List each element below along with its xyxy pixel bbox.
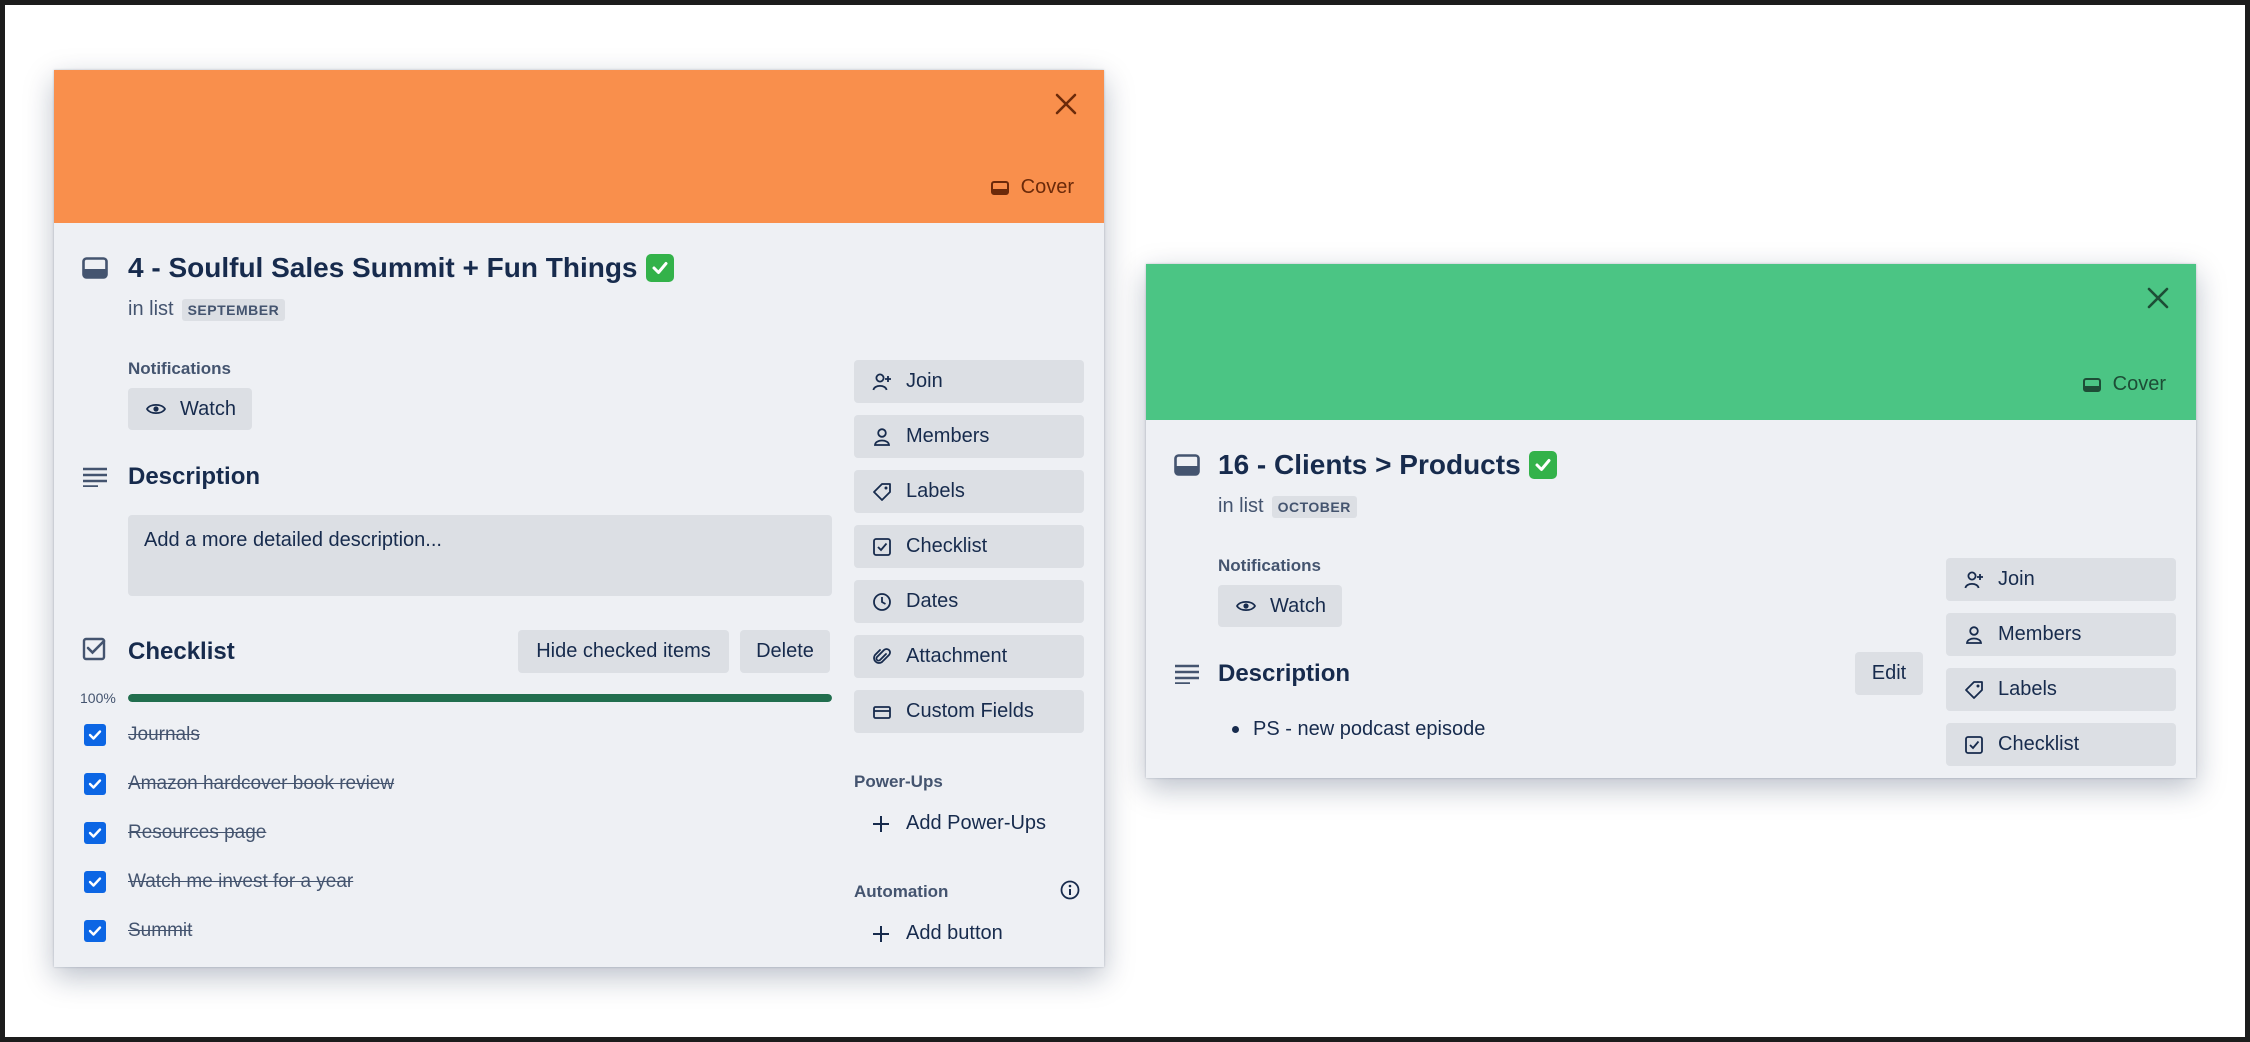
cover-label: Cover <box>1020 176 1074 198</box>
check-mark-emoji-icon <box>1528 451 1557 479</box>
label-tag-icon <box>1964 680 1984 700</box>
checkmark-icon <box>88 877 102 887</box>
card-sidebar-actions: Join Members Labels Checklist <box>1946 558 2176 778</box>
checklist-title: Checklist <box>128 638 235 665</box>
sidebar-members-button[interactable]: Members <box>1946 613 2176 656</box>
in-list-line: in list OCTOBER <box>1218 495 1357 518</box>
close-button[interactable] <box>2140 280 2176 316</box>
notifications-label: Notifications <box>1218 556 1321 575</box>
checkmark-icon <box>88 779 102 789</box>
info-icon[interactable] <box>1060 880 1080 900</box>
checklist-items: Journals Amazon hardcover book review Reso… <box>84 721 824 966</box>
card-cover: Cover <box>1146 264 2196 420</box>
card-sidebar-actions: Join Members Labels Checklist Dates Attachmen… <box>854 360 1084 745</box>
checklist-item-text: Journals <box>128 724 200 745</box>
checkbox-checked[interactable] <box>84 724 106 746</box>
card-cover: Cover <box>54 70 1104 223</box>
member-icon <box>1964 625 1984 645</box>
checklist-item-text: Resources page <box>128 822 267 843</box>
sidebar-checklist-button[interactable]: Checklist <box>1946 723 2176 766</box>
in-list-line: in list SEPTEMBER <box>128 298 286 321</box>
card-title[interactable]: 16 - Clients > Products <box>1218 449 1557 481</box>
hide-checked-items-button[interactable]: Hide checked items <box>518 630 729 673</box>
checklist-item[interactable]: Resources page <box>84 819 824 847</box>
checklist-item-text: Watch me invest for a year <box>128 871 354 892</box>
sidebar-labels-button[interactable]: Labels <box>854 470 1084 513</box>
plus-icon <box>873 815 889 832</box>
description-icon <box>1175 664 1199 684</box>
sidebar-members-button[interactable]: Members <box>854 415 1084 458</box>
card-icon <box>1174 454 1200 476</box>
checkbox-checked[interactable] <box>84 822 106 844</box>
label-tag-icon <box>872 482 892 502</box>
check-mark-emoji-icon <box>645 254 674 282</box>
checkbox-checked[interactable] <box>84 773 106 795</box>
clock-icon <box>872 592 892 612</box>
cover-label: Cover <box>2112 373 2166 395</box>
member-icon <box>872 427 892 447</box>
description-title: Description <box>128 463 261 490</box>
add-powerups-button[interactable]: Add Power-Ups <box>872 812 1046 835</box>
checkmark-icon <box>88 926 102 936</box>
sidebar-join-button[interactable]: Join <box>854 360 1084 403</box>
cover-button[interactable]: Cover <box>990 176 1074 199</box>
checkmark-icon <box>88 730 102 740</box>
delete-checklist-button[interactable]: Delete <box>740 630 830 673</box>
card-title[interactable]: 4 - Soulful Sales Summit + Fun Things <box>128 252 674 284</box>
plus-icon <box>873 925 889 942</box>
checklist-icon <box>1964 735 1984 755</box>
checklist-item[interactable]: Summit <box>84 917 824 945</box>
add-automation-button[interactable]: Add button <box>872 922 1003 945</box>
edit-description-button[interactable]: Edit <box>1855 652 1923 695</box>
sidebar-join-button[interactable]: Join <box>1946 558 2176 601</box>
checkbox-checked[interactable] <box>84 920 106 942</box>
watch-button[interactable]: Watch <box>128 388 252 430</box>
progress-percent-label: 100% <box>80 690 116 706</box>
close-button[interactable] <box>1048 86 1084 122</box>
automation-label: Automation <box>854 882 949 901</box>
custom-fields-icon <box>872 702 892 722</box>
notifications-label: Notifications <box>128 359 231 378</box>
checklist-icon <box>872 537 892 557</box>
checkbox-checked[interactable] <box>84 871 106 893</box>
eye-icon <box>146 403 166 415</box>
close-icon <box>2147 287 2169 309</box>
card-cover-icon <box>2082 377 2101 392</box>
sidebar-attachment-button[interactable]: Attachment <box>854 635 1084 678</box>
description-title: Description <box>1218 660 1351 687</box>
card-detail-modal-october: Cover 16 - Clients > Products in list OC… <box>1146 264 2196 778</box>
list-name-badge[interactable]: SEPTEMBER <box>181 298 286 321</box>
join-icon <box>1964 570 1984 590</box>
sidebar-checklist-button[interactable]: Checklist <box>854 525 1084 568</box>
card-detail-modal-september: Cover 4 - Soulful Sales Summit + Fun Thi… <box>54 70 1104 967</box>
join-icon <box>872 372 892 392</box>
checklist-item[interactable]: Watch me invest for a year <box>84 868 824 896</box>
watch-button[interactable]: Watch <box>1218 585 1342 627</box>
paperclip-icon <box>872 647 892 667</box>
cover-button[interactable]: Cover <box>2082 373 2166 396</box>
description-bullet-item: PS - new podcast episode <box>1232 718 1485 741</box>
progress-bar-fill <box>128 694 832 702</box>
powerups-label: Power-Ups <box>854 772 943 791</box>
sidebar-dates-button[interactable]: Dates <box>854 580 1084 623</box>
eye-icon <box>1236 600 1256 612</box>
checklist-icon <box>82 637 106 661</box>
card-icon <box>82 257 108 279</box>
description-input[interactable]: Add a more detailed description... <box>128 515 832 596</box>
card-cover-icon <box>990 180 1009 195</box>
list-name-badge[interactable]: OCTOBER <box>1271 495 1357 518</box>
checkmark-icon <box>88 828 102 838</box>
checklist-item-text: Summit <box>128 920 193 941</box>
description-icon <box>83 467 107 487</box>
checklist-item[interactable]: Amazon hardcover book review <box>84 770 824 798</box>
description-content: PS - new podcast episode <box>1232 718 1485 741</box>
checklist-item[interactable]: Journals <box>84 721 824 749</box>
checklist-item-text: Amazon hardcover book review <box>128 773 395 794</box>
bullet-dot <box>1232 726 1239 733</box>
sidebar-custom-fields-button[interactable]: Custom Fields <box>854 690 1084 733</box>
close-icon <box>1055 93 1077 115</box>
sidebar-labels-button[interactable]: Labels <box>1946 668 2176 711</box>
progress-bar <box>128 694 832 702</box>
